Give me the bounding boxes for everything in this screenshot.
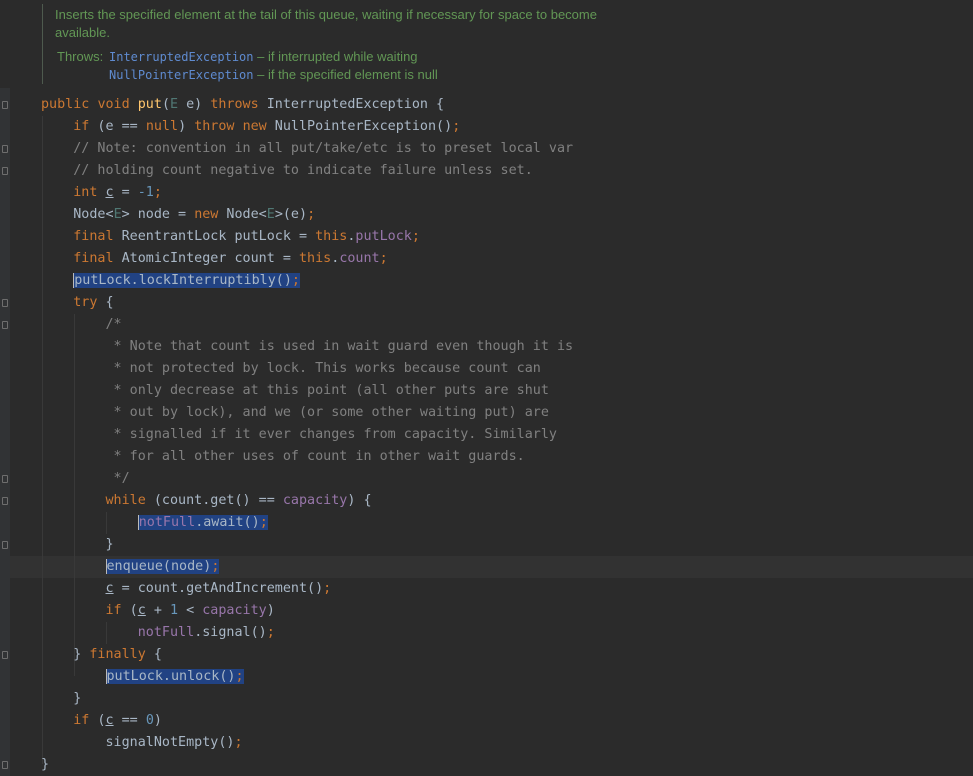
code-line: * for all other uses of count in other w… — [41, 446, 573, 468]
code-line: } — [41, 757, 50, 772]
javadoc-throws-row: NullPointerException – if the specified … — [57, 66, 438, 84]
exception-link[interactable]: InterruptedException — [109, 50, 254, 64]
code-line: if (e == null) throw new NullPointerExce… — [73, 119, 461, 134]
selected-code[interactable]: putLock.lockInterruptibly(); — [73, 273, 300, 288]
code-line: notFull.await(); — [41, 512, 573, 534]
block-comment: * for all other uses of count in other w… — [105, 449, 525, 464]
block-comment: * signalled if it ever changes from capa… — [105, 427, 557, 442]
fold-marker-icon[interactable] — [2, 299, 8, 307]
code-line: // holding count negative to indicate fa… — [41, 160, 573, 182]
code-line: } — [105, 537, 114, 552]
fold-marker-icon[interactable] — [2, 101, 8, 109]
code-line: putLock.unlock(); — [41, 666, 573, 688]
javadoc-throws-row: Throws: InterruptedException – if interru… — [57, 48, 438, 66]
fold-marker-icon[interactable] — [2, 145, 8, 153]
code-line: * only decrease at this point (all other… — [41, 380, 573, 402]
block-comment: * not protected by lock. This works beca… — [105, 361, 541, 376]
throws-label: Throws: — [57, 49, 104, 64]
block-comment: * out by lock), and we (or some other wa… — [105, 405, 549, 420]
fold-marker-icon[interactable] — [2, 475, 8, 483]
javadoc-border — [42, 4, 43, 84]
code-line: signalNotEmpty(); — [105, 735, 243, 750]
code-line: enqueue(node); — [41, 556, 573, 578]
code-editor[interactable]: public void put(E e) throws InterruptedE… — [41, 94, 573, 776]
code-line: notFull.signal(); — [137, 625, 275, 640]
code-line: if (c == 0) — [73, 713, 162, 728]
code-line: // Note: convention in all put/take/etc … — [41, 138, 573, 160]
javadoc-throws: Throws: InterruptedException – if interru… — [57, 48, 438, 84]
code-line: try { — [73, 295, 114, 310]
selected-code[interactable]: notFull.await(); — [137, 515, 268, 530]
code-line: if (c + 1 < capacity) — [105, 603, 275, 618]
editor-gutter[interactable] — [0, 88, 10, 776]
selected-code[interactable]: putLock.unlock(); — [105, 669, 244, 684]
block-comment: /* — [105, 317, 122, 332]
code-line: putLock.lockInterruptibly(); — [41, 270, 573, 292]
code-line: c = count.getAndIncrement(); — [105, 581, 332, 596]
selected-code[interactable]: enqueue(node); — [105, 559, 220, 574]
code-line: * Note that count is used in wait guard … — [41, 336, 574, 358]
block-comment: */ — [105, 471, 130, 486]
code-line: public void put(E e) throws InterruptedE… — [41, 97, 445, 112]
code-line: Node<E> node = new Node<E>(e); — [73, 207, 316, 222]
fold-marker-icon[interactable] — [2, 497, 8, 505]
code-line: int c = -1; — [73, 185, 162, 200]
code-line: */ — [41, 468, 573, 490]
code-line: * out by lock), and we (or some other wa… — [41, 402, 573, 424]
code-line: final ReentrantLock putLock = this.putLo… — [73, 229, 420, 244]
fold-marker-icon[interactable] — [2, 167, 8, 175]
line-comment: // Note: convention in all put/take/etc … — [73, 141, 574, 156]
exception-text: – if interrupted while waiting — [253, 49, 418, 64]
code-line: while (count.get() == capacity) { — [105, 493, 372, 508]
fold-marker-icon[interactable] — [2, 761, 8, 769]
exception-text: – if the specified element is null — [253, 67, 438, 82]
code-line: /* — [41, 314, 573, 336]
fold-marker-icon[interactable] — [2, 321, 8, 329]
code-line: final AtomicInteger count = this.count; — [73, 251, 388, 266]
code-line: * not protected by lock. This works beca… — [41, 358, 573, 380]
javadoc-block: Inserts the specified element at the tai… — [42, 0, 973, 88]
code-line: } — [73, 691, 82, 706]
fold-marker-icon[interactable] — [2, 651, 8, 659]
javadoc-description: Inserts the specified element at the tai… — [55, 7, 597, 40]
block-comment: * only decrease at this point (all other… — [105, 383, 549, 398]
code-line: } finally { — [73, 647, 162, 662]
code-line: * signalled if it ever changes from capa… — [41, 424, 573, 446]
block-comment: * Note that count is used in wait guard … — [105, 339, 574, 354]
fold-marker-icon[interactable] — [2, 541, 8, 549]
exception-link[interactable]: NullPointerException — [109, 68, 254, 82]
line-comment: // holding count negative to indicate fa… — [73, 163, 533, 178]
